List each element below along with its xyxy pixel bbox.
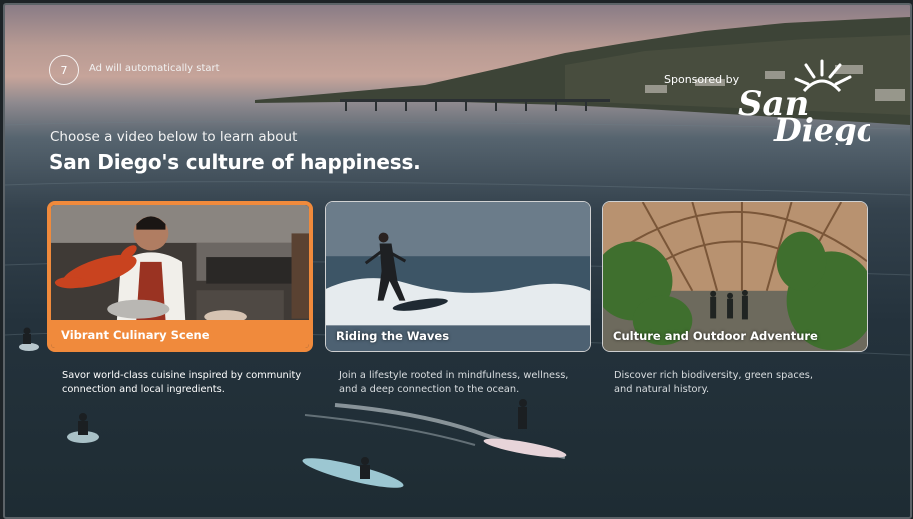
card-title: Vibrant Culinary Scene xyxy=(61,328,210,342)
card-title: Culture and Outdoor Adventure xyxy=(613,329,818,343)
san-diego-logo: San Diego xyxy=(738,59,870,145)
card-description-culinary: Savor world-class cuisine inspired by co… xyxy=(62,370,302,395)
card-description-waves: Join a lifestyle rooted in mindfulness, … xyxy=(339,370,569,395)
countdown-timer: 7 xyxy=(49,55,79,85)
headline: San Diego's culture of happiness. xyxy=(49,150,421,174)
card-title: Riding the Waves xyxy=(336,329,450,343)
ad-screen: 7 Ad will automatically start Sponsored … xyxy=(3,3,912,519)
intro-text: Choose a video below to learn about xyxy=(50,129,298,145)
video-card-waves[interactable]: Riding the Waves xyxy=(325,201,591,352)
video-card-culture[interactable]: Culture and Outdoor Adventure xyxy=(602,201,868,352)
sponsored-by-label: Sponsored by xyxy=(664,73,740,86)
card-description-culture: Discover rich biodiversity, green spaces… xyxy=(614,370,813,395)
countdown-message: Ad will automatically start xyxy=(89,63,220,74)
video-card-culinary[interactable]: Vibrant Culinary Scene xyxy=(47,201,313,352)
logo-text-diego: Diego xyxy=(773,111,870,145)
